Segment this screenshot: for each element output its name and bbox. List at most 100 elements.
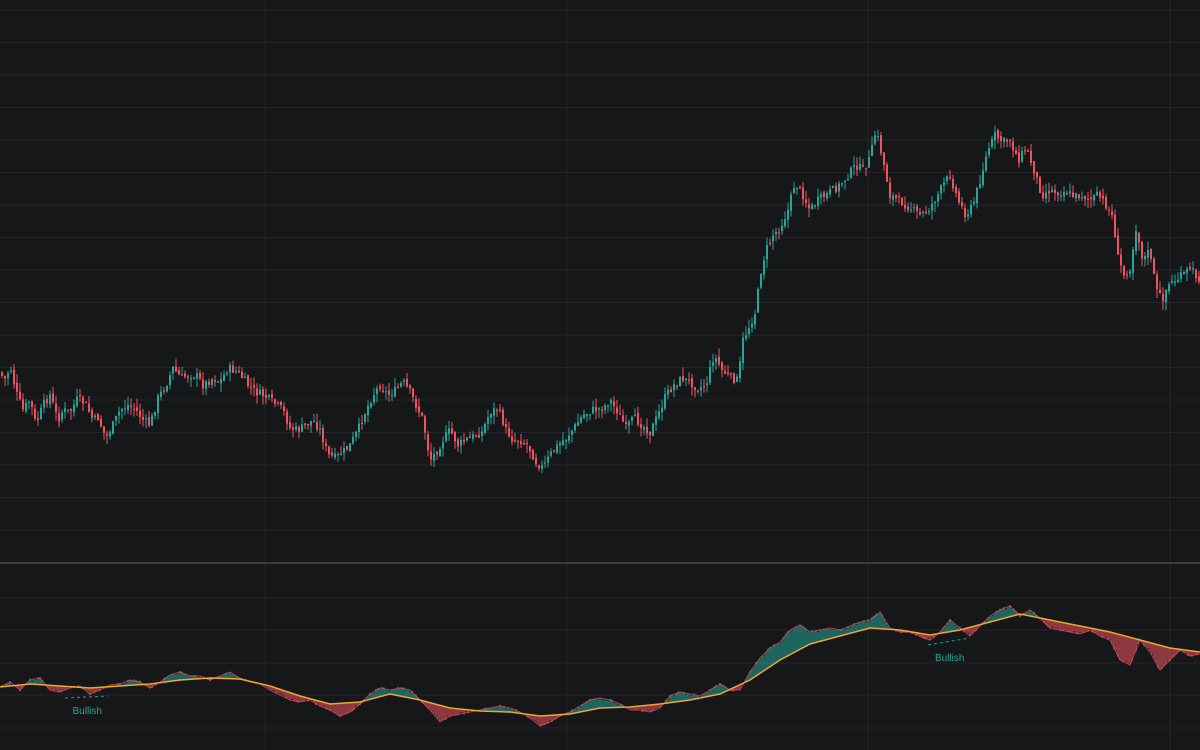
candle-bullish[interactable] [169, 375, 171, 385]
candle-bullish[interactable] [118, 411, 120, 416]
candle-bearish[interactable] [16, 382, 18, 392]
trading-chart[interactable]: Bullish Bullish [0, 0, 1200, 750]
candle-bearish[interactable] [247, 375, 249, 387]
candle-bullish[interactable] [244, 376, 246, 379]
candle-bearish[interactable] [889, 182, 891, 198]
candle-bearish[interactable] [886, 164, 888, 182]
candle-bullish[interactable] [565, 439, 567, 442]
candle-bullish[interactable] [841, 183, 843, 185]
candle-bearish[interactable] [769, 242, 771, 244]
candle-bearish[interactable] [1123, 265, 1125, 276]
candle-bullish[interactable] [652, 423, 654, 436]
candle-bullish[interactable] [1183, 272, 1185, 274]
candle-bullish[interactable] [847, 178, 849, 181]
candle-bearish[interactable] [1015, 150, 1017, 155]
candle-bearish[interactable] [703, 385, 705, 388]
candle-bearish[interactable] [208, 381, 210, 385]
candle-bullish[interactable] [550, 451, 552, 456]
candle-bullish[interactable] [793, 188, 795, 194]
candle-bearish[interactable] [718, 356, 720, 365]
candle-bullish[interactable] [1096, 191, 1098, 196]
candle-bullish[interactable] [301, 424, 303, 432]
candle-bearish[interactable] [622, 415, 624, 422]
candle-bullish[interactable] [487, 417, 489, 424]
candle-bullish[interactable] [712, 362, 714, 366]
candle-bullish[interactable] [193, 377, 195, 379]
candle-bearish[interactable] [1117, 235, 1119, 255]
candle-bearish[interactable] [184, 373, 186, 377]
candle-bearish[interactable] [451, 428, 453, 434]
candle-bearish[interactable] [499, 409, 501, 411]
candle-bearish[interactable] [307, 424, 309, 426]
candle-bearish[interactable] [436, 451, 438, 455]
candle-bullish[interactable] [160, 391, 162, 397]
candle-bullish[interactable] [229, 365, 231, 373]
candle-bullish[interactable] [358, 423, 360, 432]
candle-bearish[interactable] [421, 412, 423, 416]
candle-bearish[interactable] [1048, 191, 1050, 194]
candle-bullish[interactable] [790, 194, 792, 211]
candle-bearish[interactable] [613, 401, 615, 406]
candle-bearish[interactable] [676, 385, 678, 387]
candle-bearish[interactable] [496, 409, 498, 412]
candle-bearish[interactable] [1027, 150, 1029, 152]
candle-bullish[interactable] [748, 328, 750, 335]
candle-bullish[interactable] [112, 421, 114, 434]
candle-bearish[interactable] [520, 441, 522, 445]
candle-bullish[interactable] [709, 366, 711, 383]
candle-bearish[interactable] [292, 427, 294, 430]
candle-bullish[interactable] [1003, 137, 1005, 142]
candle-bearish[interactable] [502, 409, 504, 425]
candle-bearish[interactable] [646, 426, 648, 434]
candle-bullish[interactable] [571, 430, 573, 435]
candle-bullish[interactable] [913, 207, 915, 209]
candle-bullish[interactable] [1129, 271, 1131, 274]
candle-bearish[interactable] [955, 186, 957, 194]
candle-bearish[interactable] [907, 206, 909, 211]
candle-bullish[interactable] [781, 225, 783, 231]
candle-bullish[interactable] [1165, 290, 1167, 303]
candle-bearish[interactable] [1009, 140, 1011, 142]
candle-bullish[interactable] [775, 231, 777, 235]
candle-bullish[interactable] [385, 391, 387, 393]
candle-bullish[interactable] [853, 164, 855, 167]
candle-bearish[interactable] [526, 443, 528, 445]
candle-bullish[interactable] [64, 408, 66, 413]
candle-bearish[interactable] [58, 413, 60, 422]
candle-bullish[interactable] [706, 383, 708, 386]
candle-bullish[interactable] [259, 389, 261, 395]
candle-bullish[interactable] [700, 386, 702, 391]
candle-bullish[interactable] [892, 195, 894, 200]
candle-bearish[interactable] [139, 410, 141, 417]
candle-bullish[interactable] [751, 323, 753, 328]
candle-bearish[interactable] [511, 436, 513, 442]
candle-bullish[interactable] [67, 409, 69, 411]
candle-bullish[interactable] [838, 183, 840, 192]
candle-bullish[interactable] [364, 414, 366, 422]
candle-bullish[interactable] [604, 405, 606, 411]
candle-bullish[interactable] [172, 366, 174, 374]
candle-bullish[interactable] [1093, 195, 1095, 201]
candle-bullish[interactable] [235, 370, 237, 373]
candle-bearish[interactable] [553, 450, 555, 452]
candle-bearish[interactable] [1012, 141, 1014, 151]
candle-bearish[interactable] [1006, 139, 1008, 142]
candle-bearish[interactable] [280, 401, 282, 406]
candle-bearish[interactable] [415, 398, 417, 408]
candle-bullish[interactable] [859, 163, 861, 170]
candle-bearish[interactable] [13, 369, 15, 385]
candle-bearish[interactable] [1156, 274, 1158, 290]
candle-bullish[interactable] [319, 428, 321, 430]
candle-bullish[interactable] [181, 374, 183, 376]
candle-bearish[interactable] [346, 445, 348, 450]
candle-bearish[interactable] [97, 414, 99, 421]
candle-bullish[interactable] [970, 204, 972, 215]
candle-bullish[interactable] [589, 414, 591, 416]
candle-bearish[interactable] [799, 186, 801, 188]
candle-bullish[interactable] [28, 401, 30, 404]
candle-bearish[interactable] [1033, 161, 1035, 174]
candle-bullish[interactable] [715, 357, 717, 363]
candle-bearish[interactable] [250, 386, 252, 388]
candle-bullish[interactable] [472, 434, 474, 439]
candle-bullish[interactable] [391, 395, 393, 397]
